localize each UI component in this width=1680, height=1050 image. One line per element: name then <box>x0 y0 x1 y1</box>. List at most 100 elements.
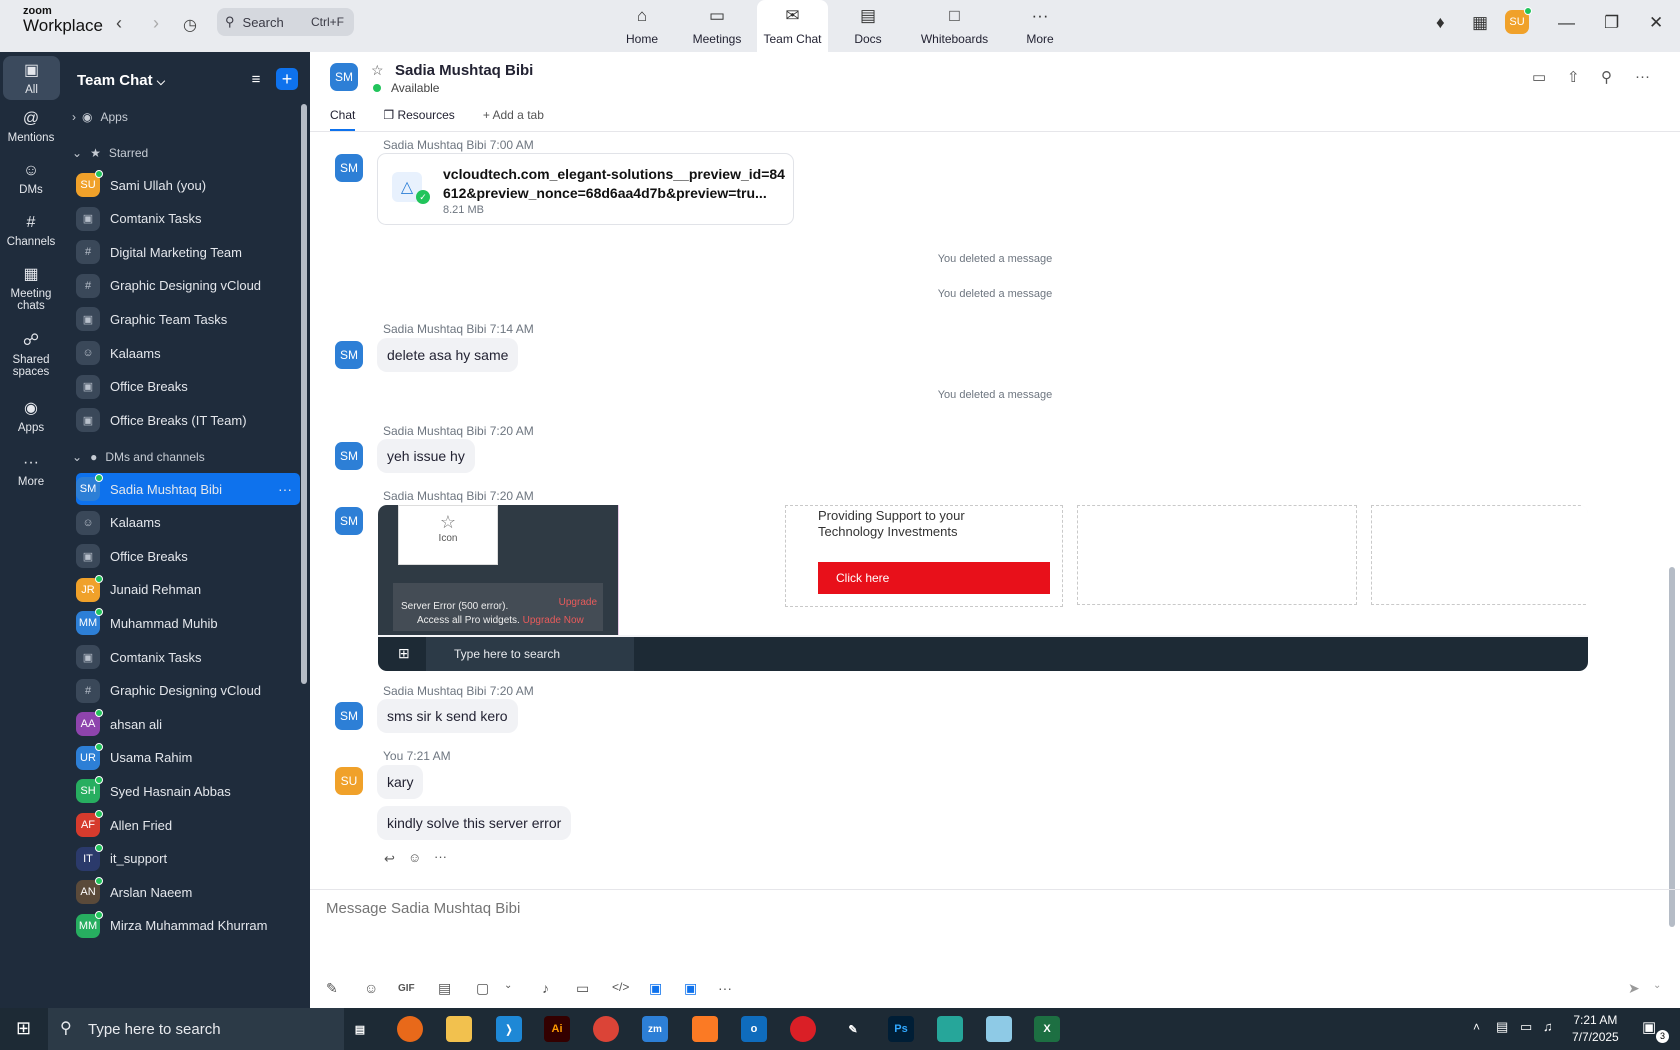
contact-name[interactable]: Sadia Mushtaq Bibi <box>395 62 533 79</box>
sidebar-item[interactable]: SM Sadia Mushtaq Bibi ··· <box>76 473 300 505</box>
rail-meeting-chats[interactable]: ▦ Meeting chats <box>0 266 62 313</box>
more-options-icon[interactable]: ··· <box>718 980 732 996</box>
sidebar-item[interactable]: ▣ Graphic Team Tasks <box>76 303 286 335</box>
chat-scrollbar[interactable] <box>1669 567 1675 927</box>
notification-icon[interactable]: ▣ <box>1642 1018 1656 1036</box>
sidebar-item[interactable]: MM Muhammad Muhib <box>76 607 286 639</box>
calendar-icon[interactable]: ▦ <box>1472 13 1488 33</box>
sidebar-item[interactable]: # Digital Marketing Team <box>76 236 286 268</box>
app-icon[interactable] <box>937 1016 963 1042</box>
sidebar-item[interactable]: SH Syed Hasnain Abbas <box>76 775 286 807</box>
sidebar-item[interactable]: AA ahsan ali <box>76 708 286 740</box>
network-icon[interactable]: ▭ <box>1520 1019 1532 1035</box>
app-icon[interactable]: ▣ <box>649 980 662 997</box>
tab-add[interactable]: + Add a tab <box>483 108 544 131</box>
tab-whiteboards[interactable]: □ Whiteboards <box>912 0 997 52</box>
history-icon[interactable]: ◷ <box>183 15 197 35</box>
chrome-icon[interactable] <box>593 1016 619 1042</box>
sidebar-item[interactable]: AF Allen Fried <box>76 809 286 841</box>
rail-channels[interactable]: # Channels <box>0 214 62 248</box>
task-view-icon[interactable]: ▤ <box>347 1016 373 1042</box>
rail-dms[interactable]: ☺ DMs <box>0 162 62 196</box>
message-bubble[interactable]: sms sir k send kero <box>377 699 518 733</box>
creative-cloud-icon[interactable] <box>790 1016 816 1042</box>
microphone-icon[interactable]: ♪ <box>542 980 549 996</box>
tab-chat[interactable]: Chat <box>330 108 356 131</box>
sidebar-item[interactable]: SU Sami Ullah (you) <box>76 169 286 201</box>
message-bubble[interactable]: yeh issue hy <box>377 439 475 473</box>
tab-team-chat[interactable]: ✉ Team Chat <box>757 0 828 52</box>
outlook-icon[interactable]: o <box>741 1016 767 1042</box>
file-explorer-icon[interactable] <box>446 1016 472 1042</box>
tray-chevron-icon[interactable]: ˄ <box>1473 1020 1480 1034</box>
sidebar-title[interactable]: Team Chat ⌵ <box>77 72 165 89</box>
sidebar-item[interactable]: ▣ Office Breaks <box>76 540 286 572</box>
clock[interactable]: 7:21 AM 7/7/2025 <box>1572 1012 1619 1046</box>
forward-arrow-icon[interactable]: › <box>153 13 159 34</box>
chevron-down-icon[interactable]: ⌄ <box>504 980 512 991</box>
file-attachment[interactable]: △ ✓ vcloudtech.com_elegant-solutions__pr… <box>377 153 794 225</box>
starred-section-header[interactable]: ⌄ ★ Starred <box>72 146 148 160</box>
app-icon[interactable]: ▣ <box>684 980 697 997</box>
tab-home[interactable]: ⌂ Home <box>620 0 664 52</box>
sidebar-item[interactable]: ▣ Office Breaks (IT Team) <box>76 404 286 436</box>
own-avatar[interactable]: SU <box>335 767 363 795</box>
xampp-icon[interactable] <box>692 1016 718 1042</box>
message-bubble[interactable]: kindly solve this server error <box>377 806 572 840</box>
more-options-icon[interactable]: ··· <box>278 481 292 497</box>
code-icon[interactable]: </> <box>612 980 629 994</box>
file-icon[interactable]: ▤ <box>438 980 451 997</box>
sender-avatar[interactable]: SM <box>335 507 363 535</box>
sender-avatar[interactable]: SM <box>335 442 363 470</box>
restore-icon[interactable]: ❐ <box>1604 13 1619 33</box>
share-screen-icon[interactable]: ⇧ <box>1567 68 1580 86</box>
rail-shared-spaces[interactable]: ☍ Shared spaces <box>0 332 62 379</box>
firefox-icon[interactable] <box>397 1016 423 1042</box>
apps-section-header[interactable]: › ◉ Apps <box>72 110 128 124</box>
close-icon[interactable]: ✕ <box>1649 13 1663 33</box>
video-call-icon[interactable]: ▭ <box>1532 68 1546 86</box>
screenshot-icon[interactable]: ▢ <box>476 980 489 997</box>
format-icon[interactable]: ✎ <box>326 980 338 997</box>
tab-more[interactable]: ··· More <box>1020 0 1060 52</box>
minimize-icon[interactable]: — <box>1558 13 1575 33</box>
rail-more[interactable]: ··· More <box>0 454 62 488</box>
sender-avatar[interactable]: SM <box>335 341 363 369</box>
tab-docs[interactable]: ▤ Docs <box>846 0 890 52</box>
sidebar-item[interactable]: ▣ Office Breaks <box>76 371 286 403</box>
sidebar-item[interactable]: ☺ Kalaams <box>76 337 286 369</box>
star-icon[interactable]: ☆ <box>371 62 384 79</box>
contact-avatar[interactable]: SM <box>330 63 358 91</box>
tab-meetings[interactable]: ▭ Meetings <box>687 0 747 52</box>
sidebar-item[interactable]: AN Arslan Naeem <box>76 876 286 908</box>
sender-avatar[interactable]: SM <box>335 154 363 182</box>
gif-icon[interactable]: GIF <box>398 983 415 994</box>
send-icon[interactable]: ➤ <box>1628 980 1640 997</box>
reply-icon[interactable]: ↩ <box>384 851 395 867</box>
rail-mentions[interactable]: @ Mentions <box>0 110 62 144</box>
more-actions-icon[interactable]: ··· <box>434 849 447 864</box>
rail-all[interactable]: ▣ All <box>3 56 60 101</box>
sidebar-item[interactable]: MM Mirza Muhammad Khurram <box>76 910 286 942</box>
sidebar-item[interactable]: ▣ Comtanix Tasks <box>76 203 286 235</box>
new-chat-button[interactable]: + <box>276 68 298 90</box>
illustrator-icon[interactable]: Ai <box>544 1016 570 1042</box>
sidebar-item[interactable]: UR Usama Rahim <box>76 742 286 774</box>
photoshop-icon[interactable]: Ps <box>888 1016 914 1042</box>
app-icon[interactable] <box>986 1016 1012 1042</box>
more-options-icon[interactable]: ··· <box>1635 68 1650 85</box>
search-icon[interactable]: ⚲ <box>1601 68 1612 86</box>
emoji-reaction-icon[interactable]: ☺ <box>408 850 421 865</box>
back-arrow-icon[interactable]: ‹ <box>116 13 122 34</box>
zoom-taskbar-icon[interactable]: zm <box>642 1016 668 1042</box>
rail-apps[interactable]: ◉ Apps <box>0 400 62 434</box>
screenshot-image[interactable]: ☆ Icon Server Error (500 error). Upgrade… <box>378 505 1588 671</box>
sidebar-item[interactable]: # Graphic Designing vCloud <box>76 675 286 707</box>
sidebar-scrollbar[interactable] <box>301 104 307 684</box>
sender-avatar[interactable]: SM <box>335 702 363 730</box>
vscode-icon[interactable]: ❭ <box>496 1016 522 1042</box>
message-bubble[interactable]: kary <box>377 765 424 799</box>
windows-start-icon[interactable]: ⊞ <box>16 1018 31 1039</box>
tray-icon[interactable]: ▤ <box>1496 1019 1508 1035</box>
sidebar-item[interactable]: IT it_support <box>76 843 286 875</box>
